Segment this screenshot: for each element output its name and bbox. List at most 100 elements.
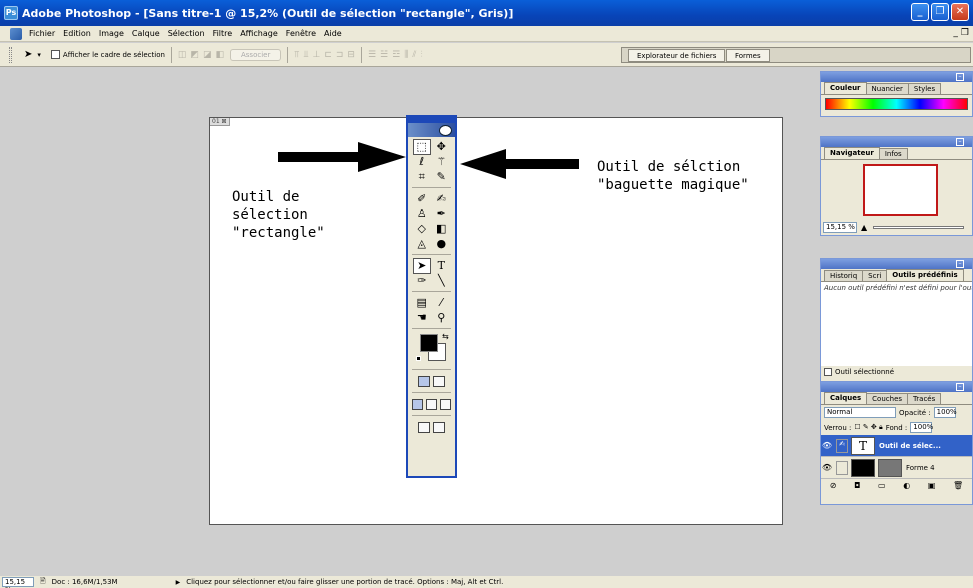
crop-icon[interactable]: ⌗ [413, 170, 431, 184]
palette-header[interactable]: – [821, 72, 972, 82]
adjustment-layer-icon[interactable]: ◐ [903, 481, 910, 490]
eraser-icon[interactable]: ◇ [413, 222, 431, 236]
palette-header[interactable]: – [821, 137, 972, 147]
layer-visibility-icon[interactable]: 👁︎ [821, 441, 833, 450]
menu-fichier[interactable]: Fichier [25, 29, 59, 38]
tool-preset-dropdown-icon[interactable]: ▾ [37, 51, 41, 59]
screen-mode-standard-icon[interactable] [412, 398, 423, 410]
adobe-online-icon[interactable] [408, 123, 455, 137]
foreground-color-swatch[interactable] [420, 334, 438, 352]
palette-minimize-icon[interactable]: – [956, 73, 964, 81]
layer-row[interactable]: 👁︎ Forme 4 [821, 457, 972, 479]
tab-outils-predefinis[interactable]: Outils prédéfinis [886, 269, 964, 281]
layer-style-icon[interactable]: ⊘ [830, 481, 837, 490]
blend-mode-select[interactable]: Normal [824, 407, 896, 418]
eyedropper-icon[interactable]: ⁄ [432, 296, 450, 310]
layer-brush-icon[interactable] [836, 460, 848, 475]
layer-brush-icon[interactable]: ✍ [836, 438, 848, 453]
tab-couleur[interactable]: Couleur [824, 82, 867, 94]
mdi-restore-icon[interactable]: ❐ [961, 28, 969, 38]
type-tool-icon[interactable]: T [432, 259, 450, 273]
zoom-tool-icon[interactable]: ⚲ [432, 311, 450, 325]
photoshop-app-icon[interactable]: Ps [4, 6, 18, 20]
imageready-icon[interactable] [433, 421, 445, 433]
tab-shapes[interactable]: Formes [726, 49, 770, 62]
options-grip[interactable] [9, 46, 12, 63]
status-zoom-field[interactable]: 15,15 % [2, 577, 34, 588]
current-tool-only-checkbox[interactable] [824, 368, 832, 376]
menu-aide[interactable]: Aide [320, 29, 346, 38]
lasso-icon[interactable]: ℓ [413, 155, 431, 169]
layer-name[interactable]: Forme 4 [906, 464, 935, 472]
rectangle-marquee-icon[interactable]: ⬚ [412, 138, 431, 155]
color-spectrum-ramp[interactable] [825, 98, 968, 110]
document-canvas[interactable]: 01 ⊠ Outil de sélection "rectangle" Outi… [209, 117, 783, 525]
menu-image[interactable]: Image [95, 29, 128, 38]
document-info-icon[interactable]: 🖹︎ [40, 577, 46, 588]
show-bounding-box-checkbox[interactable] [50, 50, 60, 59]
palette-header[interactable]: – [821, 259, 972, 269]
quick-mask-icon[interactable] [433, 375, 445, 387]
notes-icon[interactable]: ▤ [413, 296, 431, 310]
menu-fenetre[interactable]: Fenêtre [282, 29, 320, 38]
layer-row[interactable]: 👁︎ ✍ T Outil de sélec... [821, 435, 972, 457]
move-tool-icon[interactable]: ✥ [432, 140, 450, 154]
close-icon[interactable]: ✕ [951, 3, 969, 21]
brush-icon[interactable]: ✍ [432, 192, 450, 206]
magic-wand-icon[interactable]: ⚚ [432, 155, 450, 169]
opacity-field[interactable]: 100% [933, 407, 957, 418]
maximize-icon[interactable]: ❐ [931, 3, 949, 21]
tab-historique[interactable]: Historiq [824, 270, 864, 281]
distribute-icons[interactable]: ☰ ☱ ☲ ⫼ ⫽ ⫶ [368, 50, 423, 60]
swap-colors-icon[interactable]: ⇆ [442, 332, 449, 341]
tab-nuancier[interactable]: Nuancier [865, 83, 909, 94]
healing-brush-icon[interactable]: ✐ [413, 192, 431, 206]
zoom-slider[interactable] [873, 225, 964, 229]
lock-icons[interactable]: ☐ ✎ ✥ 🔒︎ [854, 423, 882, 432]
menu-filtre[interactable]: Filtre [209, 29, 237, 38]
presets-list-area[interactable] [821, 320, 972, 366]
palette-minimize-icon[interactable]: – [956, 138, 964, 146]
path-selection-icon[interactable]: ➤ [412, 257, 431, 274]
trash-icon[interactable]: 🗑︎ [953, 481, 963, 490]
tab-scripts[interactable]: Scri [862, 270, 888, 281]
associate-button[interactable]: Associer [229, 48, 282, 61]
path-selection-tool-icon[interactable]: ➤ [24, 49, 32, 60]
zoom-out-icon[interactable]: ▲ [861, 223, 867, 232]
imageready-jump-icon[interactable] [418, 421, 430, 433]
new-layer-icon[interactable]: ▣ [928, 481, 936, 490]
screen-mode-full-icon[interactable] [440, 398, 451, 410]
palette-minimize-icon[interactable]: – [956, 260, 964, 268]
navigator-thumbnail[interactable] [863, 164, 938, 216]
tab-calques[interactable]: Calques [824, 392, 868, 404]
layer-mask-icon[interactable]: ◘ [854, 481, 860, 490]
blur-icon[interactable]: ◬ [413, 237, 431, 251]
menu-edition[interactable]: Edition [59, 29, 95, 38]
layer-visibility-icon[interactable]: 👁︎ [821, 463, 833, 472]
palette-minimize-icon[interactable]: – [956, 383, 964, 391]
standard-mode-icon[interactable] [418, 375, 430, 387]
tab-file-browser[interactable]: Explorateur de fichiers [628, 49, 726, 62]
menu-selection[interactable]: Sélection [164, 29, 209, 38]
navigator-zoom-field[interactable]: 15,15 % [823, 221, 857, 233]
dodge-icon[interactable]: ● [432, 237, 450, 251]
gradient-icon[interactable]: ◧ [432, 222, 450, 236]
menu-calque[interactable]: Calque [128, 29, 164, 38]
document-menu-icon[interactable] [10, 27, 22, 40]
align-icons[interactable]: ⫪ ⫫ ⊥ ⊏ ⊐ ⊟ [294, 50, 355, 60]
status-arrow-icon[interactable]: ▶ [176, 579, 181, 586]
layer-name[interactable]: Outil de sélec... [879, 442, 941, 450]
tab-navigateur[interactable]: Navigateur [824, 147, 880, 159]
fill-field[interactable]: 100% [910, 422, 933, 433]
history-brush-icon[interactable]: ✒ [432, 207, 450, 221]
slice-icon[interactable]: ✎ [432, 170, 450, 184]
minimize-icon[interactable]: _ [911, 3, 929, 21]
pen-tool-icon[interactable]: ✑ [413, 274, 431, 288]
shape-area-icons[interactable]: ◫ ◩ ◪ ◧ [178, 50, 224, 60]
screen-mode-full-menu-icon[interactable] [426, 398, 437, 410]
palette-header[interactable]: – [821, 382, 972, 392]
default-colors-icon[interactable] [416, 356, 421, 361]
tab-styles[interactable]: Styles [907, 83, 942, 94]
tab-traces[interactable]: Tracés [907, 393, 942, 404]
clone-stamp-icon[interactable]: ♙ [413, 207, 431, 221]
